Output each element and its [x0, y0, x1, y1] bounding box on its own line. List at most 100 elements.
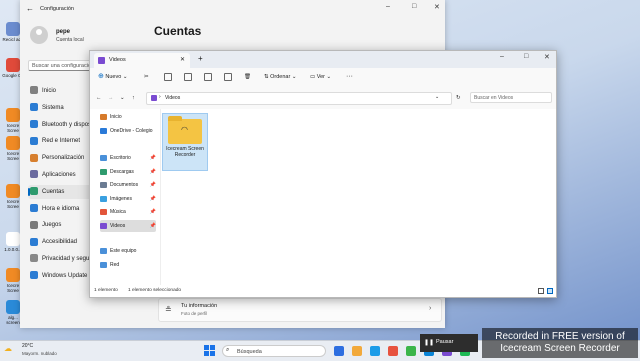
weather-icon: ☁	[4, 344, 12, 353]
pin-icon: 📌	[149, 223, 156, 229]
explorer-tabbar: Videos ✕ + – □ ✕	[90, 51, 556, 68]
up-arrow-icon[interactable]: ↑	[132, 93, 135, 103]
folder-icon: ◠	[168, 116, 202, 144]
taskbar-app-icon[interactable]	[352, 346, 362, 356]
delete-icon[interactable]: 🗑	[244, 72, 251, 82]
start-windows-icon[interactable]	[204, 345, 215, 356]
tab-videos[interactable]: Videos ✕	[94, 53, 190, 68]
minimize-icon[interactable]: –	[500, 53, 504, 60]
taskbar-app-icon[interactable]	[388, 346, 398, 356]
info-card-title: Tu información	[181, 303, 218, 309]
sidebar-item[interactable]: Este equipo	[100, 245, 156, 257]
info-card-subtitle: Foto de perfil	[181, 311, 208, 316]
new-button[interactable]: ⊕ Nuevo ⌄	[98, 72, 127, 82]
chevron-down-icon[interactable]: ⌄	[435, 94, 439, 100]
recorder-pause-bar[interactable]: ❚❚ Pausar	[420, 334, 478, 352]
sidebar-divider	[160, 109, 161, 285]
sidebar-label: Red	[110, 262, 120, 268]
rename-icon[interactable]	[204, 72, 212, 82]
sidebar-label: Escritorio	[110, 155, 131, 161]
view-icon: ▭	[310, 74, 316, 80]
sidebar-item[interactable]: Música 📌	[100, 206, 156, 218]
details-view-icon[interactable]	[538, 288, 544, 294]
desktop-app-icon	[6, 22, 20, 36]
sidebar-item[interactable]: Red	[100, 259, 156, 271]
address-bar[interactable]: › Videos ⌄	[146, 92, 452, 105]
back-arrow-icon[interactable]: ←	[26, 4, 34, 13]
sidebar-icon	[100, 113, 107, 120]
sidebar-item[interactable]: Descargas 📌	[100, 166, 156, 178]
back-arrow-icon[interactable]: ←	[96, 93, 102, 103]
sidebar-item[interactable]: Videos 📌	[100, 220, 156, 232]
videos-folder-icon	[98, 57, 105, 64]
settings-titlebar: ← Configuración – □ ✕	[20, 0, 445, 18]
nav-label: Red e Internet	[42, 138, 81, 145]
sidebar-item[interactable]: Escritorio 📌	[100, 152, 156, 164]
view-button[interactable]: ▭ Ver ⌄	[310, 72, 331, 82]
sidebar-icon	[100, 154, 107, 161]
maximize-icon[interactable]: □	[524, 53, 528, 60]
taskbar-app-icon[interactable]	[334, 346, 344, 356]
info-card[interactable]: ≗ Tu información Foto de perfil ›	[158, 298, 442, 322]
sidebar-item[interactable]: Imágenes 📌	[100, 193, 156, 205]
explorer-toolbar: ⊕ Nuevo ⌄ ✂ 🗑 ⇅ Ordenar ⌄ ▭ Ver ⌄ ···	[90, 68, 556, 88]
sidebar-item[interactable]: Inicio	[100, 111, 156, 123]
nav-icon	[30, 153, 38, 162]
view-label: Ver	[316, 74, 325, 80]
minimize-icon[interactable]: –	[386, 3, 390, 10]
sidebar-item[interactable]: Documentos 📌	[100, 179, 156, 191]
videos-folder-icon	[151, 95, 157, 101]
sidebar-label: Videos	[110, 223, 126, 229]
status-selected: 1 elemento seleccionado	[128, 288, 182, 293]
weather-temp: 20°C	[22, 343, 34, 349]
paste-icon[interactable]	[184, 72, 192, 82]
taskbar-app-icon[interactable]	[370, 346, 380, 356]
desktop-app-icon	[6, 136, 20, 150]
sort-button[interactable]: ⇅ Ordenar ⌄	[264, 72, 296, 82]
sidebar-icon	[100, 208, 107, 215]
pin-icon: 📌	[149, 196, 156, 202]
chevron-down-icon: ⌄	[122, 74, 128, 80]
folder-name: Icecream Screen Recorder	[166, 146, 204, 158]
nav-icon	[30, 271, 38, 280]
pin-icon: 📌	[149, 209, 156, 215]
weather-desc: Mayorm. nublado	[22, 351, 57, 356]
copy-icon[interactable]	[164, 72, 172, 82]
nav-label: Aplicaciones	[42, 172, 76, 178]
cut-icon[interactable]: ✂	[144, 72, 149, 82]
desktop-app-icon	[6, 268, 20, 282]
search-icon: ⌕	[226, 347, 230, 353]
forward-arrow-icon[interactable]: →	[108, 93, 114, 103]
user-name: pepe	[56, 29, 71, 35]
share-icon[interactable]	[224, 72, 232, 82]
sidebar-label: Inicio	[110, 114, 122, 120]
nav-label: Personalización	[42, 155, 85, 162]
breadcrumb: Videos	[165, 95, 181, 101]
close-icon[interactable]: ✕	[434, 3, 440, 11]
sidebar-label: OneDrive - Colegio	[110, 128, 153, 134]
taskbar-app-icon[interactable]	[406, 346, 416, 356]
new-tab-icon[interactable]: +	[198, 54, 203, 63]
explorer-search-input[interactable]: Buscar en Videos	[470, 92, 552, 103]
sidebar-item[interactable]: OneDrive - Colegio	[100, 125, 156, 137]
nav-icon	[30, 103, 38, 112]
more-options-icon[interactable]: ···	[346, 72, 353, 82]
nav-icon	[30, 220, 38, 229]
maximize-icon[interactable]: □	[412, 3, 416, 10]
close-tab-icon[interactable]: ✕	[180, 56, 185, 63]
nav-icon	[30, 204, 38, 213]
sidebar-label: Documentos	[110, 182, 139, 188]
close-icon[interactable]: ✕	[544, 53, 550, 61]
address-row: ← → ⌄ ↑ › Videos ⌄ ↻ Buscar en Videos	[90, 87, 556, 109]
nav-label: Cuentas	[42, 188, 65, 195]
nav-icon	[30, 187, 38, 196]
taskbar-search-input[interactable]: Búsqueda	[222, 345, 326, 357]
recent-chevron-icon[interactable]: ⌄	[120, 93, 125, 103]
tiles-view-icon[interactable]	[547, 288, 553, 294]
nav-icon	[30, 86, 38, 95]
desktop-app-icon	[6, 108, 20, 122]
sidebar-icon	[100, 222, 107, 229]
refresh-icon[interactable]: ↻	[456, 93, 461, 103]
folder-item[interactable]: ◠ Icecream Screen Recorder	[162, 113, 208, 171]
nav-icon	[30, 254, 38, 263]
